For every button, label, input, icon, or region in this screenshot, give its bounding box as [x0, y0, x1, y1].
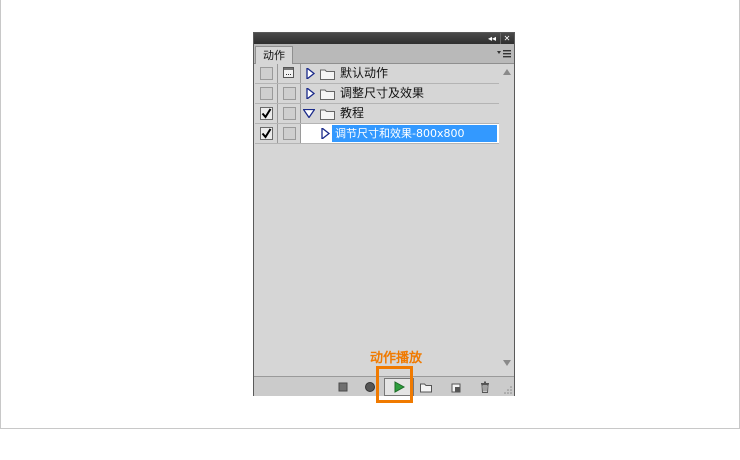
toggle-cell[interactable] — [255, 84, 278, 103]
dialog-cell[interactable] — [278, 104, 301, 123]
scroll-up-arrow-icon[interactable] — [503, 69, 511, 75]
panel-menu-icon[interactable] — [497, 48, 511, 59]
dialog-cell[interactable] — [278, 84, 301, 103]
play-callout-label: 动作播放 — [370, 351, 423, 366]
tab-actions[interactable]: 动作 — [255, 46, 293, 64]
record-icon[interactable] — [363, 380, 377, 394]
close-panel-button[interactable]: ✕ — [500, 33, 513, 44]
dialog-toggle-box[interactable] — [283, 107, 296, 120]
dialog-toggle-box[interactable] — [283, 127, 296, 140]
new-action-icon[interactable] — [449, 380, 463, 394]
action-set-label: 教程 — [340, 106, 365, 120]
toggle-checkbox[interactable] — [260, 127, 273, 140]
expand-triangle-icon[interactable] — [306, 88, 316, 99]
action-label: 调节尺寸和效果-800x800 — [335, 127, 465, 140]
play-callout-highlight — [376, 366, 413, 403]
actions-list: 默认动作 调整尺寸及效果 教程 调节尺寸和效果-800x800 — [255, 64, 499, 370]
toggle-checkbox[interactable] — [260, 67, 273, 80]
list-scrollbar[interactable] — [500, 64, 514, 370]
dialog-cell[interactable] — [278, 124, 301, 143]
resize-grip-icon[interactable] — [504, 386, 512, 394]
dialog-cell[interactable] — [278, 64, 301, 83]
stop-icon[interactable] — [336, 380, 350, 394]
action-entry[interactable]: 调节尺寸和效果-800x800 — [301, 124, 499, 143]
action-set-label: 默认动作 — [340, 66, 389, 80]
new-set-icon[interactable] — [419, 380, 433, 394]
action-set-entry[interactable]: 默认动作 — [301, 64, 499, 83]
toggle-cell[interactable] — [255, 64, 278, 83]
toggle-cell[interactable] — [255, 124, 278, 143]
checkmark-icon — [261, 128, 272, 139]
list-item[interactable]: 教程 — [255, 104, 499, 124]
action-set-entry[interactable]: 调整尺寸及效果 — [301, 84, 499, 103]
collapse-triangle-icon[interactable] — [303, 109, 315, 118]
folder-icon — [320, 69, 335, 80]
scroll-down-arrow-icon[interactable] — [503, 360, 511, 366]
toggle-checkbox[interactable] — [260, 107, 273, 120]
collapse-panel-button[interactable]: ◂◂ — [486, 33, 498, 44]
actions-panel: ◂◂ ✕ 动作 默认动作 调整尺寸及效果 教程 调节尺寸和效果-800x800 — [253, 32, 515, 396]
selected-action-highlight[interactable]: 调节尺寸和效果-800x800 — [332, 125, 497, 142]
toggle-checkbox[interactable] — [260, 87, 273, 100]
action-set-entry[interactable]: 教程 — [301, 104, 499, 123]
panel-titlebar: ◂◂ ✕ — [254, 33, 514, 44]
trash-icon[interactable] — [478, 380, 492, 394]
dialog-toggle-icon[interactable] — [283, 67, 294, 78]
expand-triangle-icon[interactable] — [306, 68, 316, 79]
folder-icon — [320, 89, 335, 100]
folder-icon — [320, 109, 335, 120]
list-item[interactable]: 默认动作 — [255, 64, 499, 84]
dialog-toggle-box[interactable] — [283, 87, 296, 100]
action-set-label: 调整尺寸及效果 — [340, 86, 425, 100]
panel-tab-row: 动作 — [254, 44, 514, 64]
checkmark-icon — [261, 108, 272, 119]
expand-triangle-icon[interactable] — [321, 128, 331, 139]
toggle-cell[interactable] — [255, 104, 278, 123]
list-item[interactable]: 调整尺寸及效果 — [255, 84, 499, 104]
list-item[interactable]: 调节尺寸和效果-800x800 — [255, 124, 499, 144]
